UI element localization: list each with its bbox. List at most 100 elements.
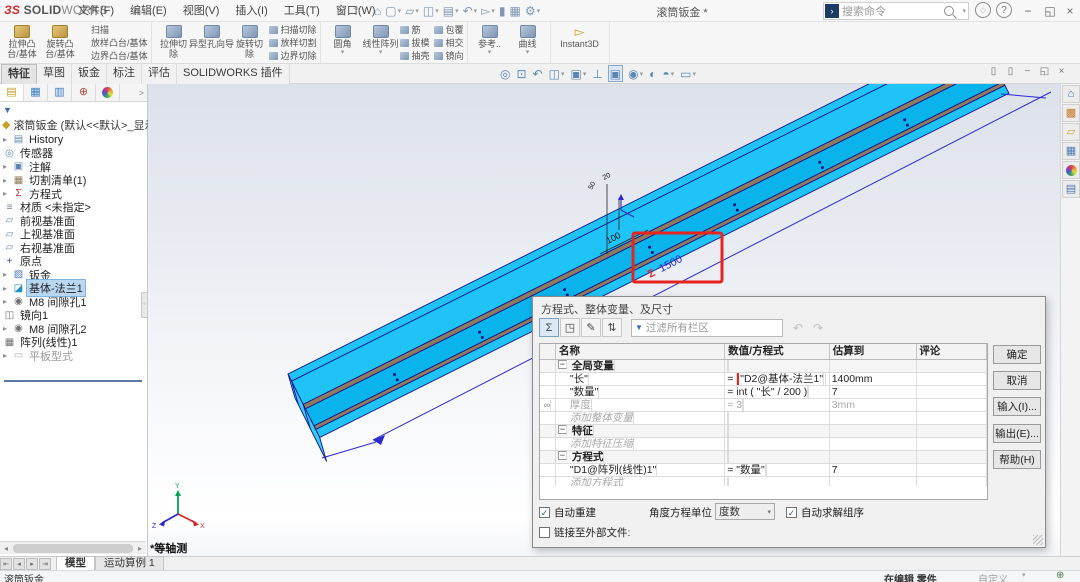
file-properties-icon[interactable]: ▦ bbox=[510, 4, 521, 18]
command-tab[interactable]: 标注 bbox=[107, 64, 142, 84]
resize-grip[interactable] bbox=[1033, 535, 1043, 545]
view-palette-icon[interactable]: ▦ bbox=[1062, 142, 1080, 160]
search-caret-icon[interactable]: ▾ bbox=[962, 7, 966, 15]
row-comment[interactable] bbox=[917, 360, 987, 372]
ribbon-big-button[interactable]: 参考.. ▾ bbox=[471, 23, 509, 62]
menu-view[interactable]: 视图(V) bbox=[175, 0, 228, 22]
status-custom-label[interactable]: 自定义 bbox=[978, 571, 1008, 582]
prev-window-icon[interactable]: ▯ bbox=[985, 66, 1002, 77]
zoom-fit-icon[interactable]: ◎ bbox=[499, 65, 511, 82]
rebuild-icon[interactable]: ▮ bbox=[499, 4, 506, 18]
panel-horizontal-scrollbar[interactable]: ◂ ▸ bbox=[0, 541, 146, 554]
tree-item[interactable]: ▸ ▦ 切割清单(1) bbox=[0, 174, 147, 188]
row-comment[interactable] bbox=[917, 412, 987, 424]
panel-overflow-icon[interactable]: > bbox=[139, 88, 147, 98]
table-row[interactable]: ∞ − 厚度 = 3 3mm bbox=[540, 399, 987, 412]
close-button[interactable]: × bbox=[1058, 1, 1080, 21]
design-library-icon[interactable]: ▩ bbox=[1062, 104, 1080, 122]
link-external-checkbox[interactable]: 链接至外部文件: bbox=[539, 525, 630, 540]
table-row[interactable]: ∞ − 添加整体变量 bbox=[540, 412, 987, 425]
row-name[interactable]: 方程式 bbox=[572, 451, 605, 463]
expand-arrow-icon[interactable]: ▸ bbox=[3, 189, 12, 198]
command-tab[interactable]: SOLIDWORKS 插件 bbox=[177, 64, 290, 84]
dimension-50-label[interactable]: 50 bbox=[588, 181, 598, 191]
ribbon-small-button[interactable]: 边界切除 bbox=[269, 49, 317, 62]
equation-view-icon[interactable]: Σ bbox=[539, 318, 559, 337]
row-comment[interactable] bbox=[917, 373, 987, 385]
next-study-icon[interactable]: ▸ bbox=[26, 558, 38, 570]
expand-arrow-icon[interactable]: ▸ bbox=[3, 135, 12, 144]
row-value[interactable] bbox=[725, 360, 830, 372]
row-value[interactable] bbox=[725, 438, 830, 450]
hide-show-items-icon[interactable]: ◉▾ bbox=[627, 65, 644, 82]
row-comment[interactable] bbox=[917, 425, 987, 437]
cancel-button[interactable]: 取消 bbox=[993, 371, 1041, 390]
featuremanager-tab[interactable]: ▤ bbox=[0, 84, 24, 101]
row-value[interactable] bbox=[725, 451, 830, 463]
doc-close-icon[interactable]: × bbox=[1053, 66, 1070, 77]
ribbon-big-button[interactable]: 旋转切 除 bbox=[231, 23, 269, 62]
ribbon-small-button[interactable]: 相交 bbox=[434, 36, 464, 49]
last-study-icon[interactable]: ⇥ bbox=[39, 558, 51, 570]
row-comment[interactable] bbox=[917, 399, 987, 411]
ribbon-small-button[interactable]: 扫描切除 bbox=[269, 23, 317, 36]
home-icon[interactable]: ⌂ bbox=[374, 4, 381, 18]
ok-button[interactable]: 确定 bbox=[993, 345, 1041, 364]
auto-solve-checkbox[interactable]: ✓ 自动求解组序 bbox=[786, 505, 864, 520]
prev-study-icon[interactable]: ◂ bbox=[13, 558, 25, 570]
undo-icon[interactable]: ↶ bbox=[793, 321, 803, 335]
ribbon-small-button[interactable]: 拔模 bbox=[400, 36, 430, 49]
table-row[interactable]: ∞ − "数量" = int ( "长" / 200 ) 7 bbox=[540, 386, 987, 399]
expand-arrow-icon[interactable]: ▸ bbox=[3, 351, 12, 360]
row-comment[interactable] bbox=[917, 386, 987, 398]
ribbon-small-button[interactable]: 抽壳 bbox=[400, 49, 430, 62]
table-row[interactable]: ∞ − 全局变量 bbox=[540, 360, 987, 373]
ribbon-big-button[interactable]: 拉伸凸 台/基体 bbox=[3, 23, 41, 62]
open-file-icon[interactable]: ▱▾ bbox=[405, 4, 419, 18]
menu-insert[interactable]: 插入(I) bbox=[227, 0, 275, 22]
scroll-left-icon[interactable]: ◂ bbox=[0, 544, 12, 553]
displaymanager-tab[interactable] bbox=[96, 84, 120, 101]
tree-filter-icon[interactable]: ▼ bbox=[3, 105, 12, 115]
instant3d-button[interactable]: ▻ Instant3D bbox=[554, 23, 606, 62]
ribbon-big-button[interactable]: 异型孔向导 bbox=[193, 23, 231, 62]
first-study-icon[interactable]: ⇤ bbox=[0, 558, 12, 570]
filter-input[interactable]: ▼ 过滤所有栏区 bbox=[631, 319, 783, 337]
equations-dialog[interactable]: 方程式、整体变量、及尺寸 Σ◳✎⇅ ▼ 过滤所有栏区 ↶ ↷ 名称 数值/方程式… bbox=[532, 296, 1046, 548]
row-name[interactable]: 厚度 bbox=[570, 399, 592, 411]
view-settings-icon[interactable]: ▭▾ bbox=[679, 65, 697, 82]
auto-rebuild-checkbox[interactable]: ✓ 自动重建 bbox=[539, 505, 596, 520]
tree-item[interactable]: ▸ + 原点 bbox=[0, 255, 147, 269]
pin-icon[interactable]: ✧ bbox=[352, 4, 360, 15]
custom-properties-icon[interactable]: ▤ bbox=[1062, 180, 1080, 198]
export-button[interactable]: 输出(E)... bbox=[993, 424, 1041, 443]
redo-icon[interactable]: ↷ bbox=[813, 321, 823, 335]
table-row[interactable]: ∞ − 添加特征压缩 bbox=[540, 438, 987, 451]
print-icon[interactable]: ▤▾ bbox=[443, 4, 459, 18]
file-explorer-icon[interactable]: ▱ bbox=[1062, 123, 1080, 141]
normal-to-icon[interactable]: ⊥ bbox=[591, 65, 603, 82]
undo-icon[interactable]: ↶▾ bbox=[463, 4, 478, 18]
ribbon-small-button[interactable]: 边界凸台/基体 bbox=[79, 49, 148, 62]
collapse-icon[interactable]: − bbox=[558, 425, 567, 434]
row-value[interactable]: = "D2@基体-法兰1" - 100 bbox=[725, 373, 830, 385]
options-icon[interactable]: ⚙▾ bbox=[525, 4, 540, 18]
doc-minimize-icon[interactable]: − bbox=[1019, 66, 1036, 77]
row-name[interactable]: "D1@阵列(线性)1" bbox=[570, 464, 657, 476]
row-value[interactable] bbox=[725, 412, 830, 424]
row-value[interactable] bbox=[725, 425, 830, 437]
tree-item-label[interactable]: History bbox=[27, 134, 65, 146]
ribbon-small-button[interactable]: 镜向 bbox=[434, 49, 464, 62]
view-orientation-icon[interactable]: ▣▾ bbox=[569, 65, 587, 82]
table-row[interactable]: ∞ − 特征 bbox=[540, 425, 987, 438]
ribbon-small-button[interactable]: 包覆 bbox=[434, 23, 464, 36]
save-icon[interactable]: ◫▾ bbox=[423, 4, 439, 18]
checkbox-checked-icon[interactable]: ✓ bbox=[786, 507, 797, 518]
row-value[interactable]: = "数量" bbox=[725, 464, 830, 476]
table-row[interactable]: ∞ − 方程式 bbox=[540, 451, 987, 464]
menu-tools[interactable]: 工具(T) bbox=[276, 0, 328, 22]
user-account-icon[interactable]: ◌ bbox=[975, 2, 991, 18]
ribbon-small-button[interactable]: 扫描 bbox=[79, 23, 148, 36]
row-comment[interactable] bbox=[917, 438, 987, 450]
table-row[interactable]: ∞ − "D1@阵列(线性)1" = "数量" 7 bbox=[540, 464, 987, 477]
